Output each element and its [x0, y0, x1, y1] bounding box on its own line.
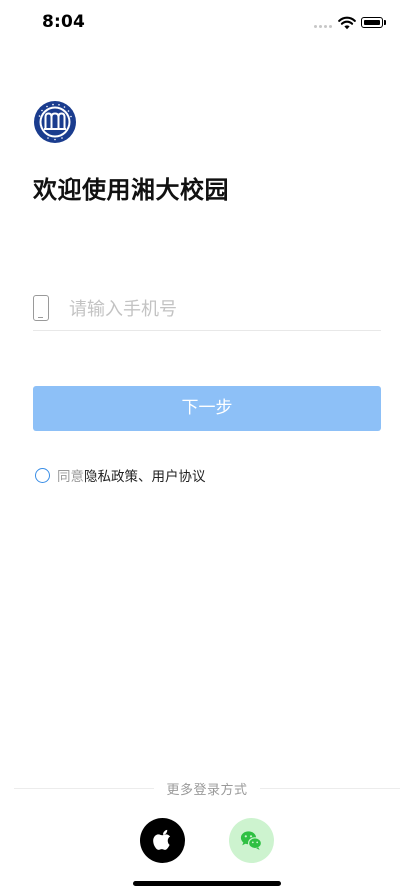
- phone-field: [33, 290, 381, 331]
- apple-icon: [153, 829, 171, 850]
- next-button[interactable]: 下一步: [33, 386, 381, 431]
- phone-icon: [33, 295, 49, 321]
- login-screen: 8:04 欢迎使用湘大校园 请输入手机号 下一步 同意 隐私政策、用户协议 更多…: [0, 0, 414, 896]
- status-bar: 8:04: [0, 0, 414, 44]
- more-login-divider: 更多登录方式: [14, 778, 400, 798]
- battery-icon: [361, 17, 383, 28]
- agreement-row: 同意 隐私政策、用户协议: [35, 465, 206, 485]
- cellular-signal-icon: [314, 25, 332, 29]
- agreement-prefix: 同意: [57, 469, 84, 485]
- apple-login-button[interactable]: [140, 818, 185, 863]
- wifi-icon: [338, 16, 356, 30]
- university-seal-logo: [34, 101, 76, 143]
- privacy-terms-link[interactable]: 隐私政策、用户协议: [84, 465, 206, 485]
- phone-number-input[interactable]: [69, 294, 369, 324]
- wechat-icon: [240, 831, 263, 850]
- agreement-radio[interactable]: [35, 467, 50, 483]
- status-time: 8:04: [42, 12, 86, 32]
- divider-line-right: [260, 788, 400, 789]
- page-title: 欢迎使用湘大校园: [33, 176, 229, 204]
- battery-cap: [384, 20, 386, 25]
- wechat-login-button[interactable]: [229, 818, 274, 863]
- home-indicator[interactable]: [133, 881, 281, 886]
